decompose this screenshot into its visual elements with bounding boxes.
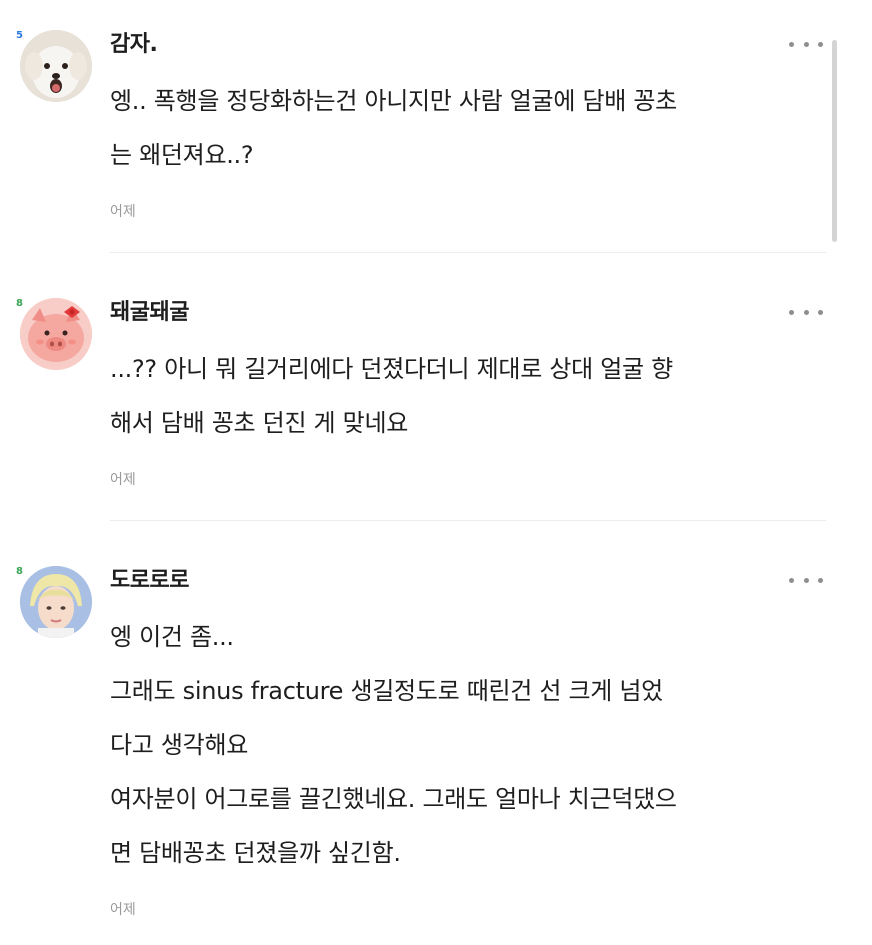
comment-text-line: 는 왜던져요..?	[110, 141, 254, 169]
dot-icon	[818, 309, 823, 315]
level-badge: 8	[16, 566, 23, 577]
avatar[interactable]: 8	[16, 566, 92, 638]
comment-text-line: 면 담배꽁초 던졌을까 싶긴함.	[110, 839, 401, 867]
dot-icon	[803, 577, 809, 583]
comment-date: 어제	[110, 204, 136, 220]
level-badge: 5	[16, 30, 23, 41]
comment-nickname[interactable]: 도로로로	[110, 566, 189, 596]
divider	[110, 520, 826, 521]
scrollbar[interactable]	[832, 40, 837, 242]
comment-text-line: 엥 이건 좀...	[110, 623, 234, 651]
comment-text: ...?? 아니 뭐 길거리에다 던졌다더니 제대로 상대 얼굴 향 해서 담배…	[110, 342, 830, 450]
comment-text-line: 엥.. 폭행을 정당화하는건 아니지만 사람 얼굴에 담배 꽁초	[110, 87, 677, 115]
comment-text-line: 여자분이 어그로를 끌긴했네요. 그래도 얼마나 치근덕댔으	[110, 785, 677, 813]
white-dog-avatar-icon	[20, 30, 92, 102]
comment-nickname[interactable]: 돼굴돼굴	[110, 298, 189, 328]
level-badge: 8	[16, 298, 23, 309]
more-options-button[interactable]	[786, 570, 826, 590]
comment-text-line: 그래도 sinus fracture 생길정도로 때린건 선 크게 넘었	[110, 677, 663, 705]
dot-icon	[789, 309, 794, 315]
comment-text-line: ...?? 아니 뭐 길거리에다 던졌다더니 제대로 상대 얼굴 향	[110, 355, 673, 383]
dot-icon	[818, 577, 823, 583]
comment-text: 엥 이건 좀... 그래도 sinus fracture 생길정도로 때린건 선…	[110, 610, 830, 880]
more-options-button[interactable]	[786, 302, 826, 322]
avatar[interactable]: 8	[16, 298, 92, 370]
divider	[110, 252, 826, 253]
comment-date: 어제	[110, 902, 136, 918]
dot-icon	[789, 577, 794, 583]
dot-icon	[818, 41, 823, 47]
avatar[interactable]: 5	[16, 30, 92, 102]
comment-nickname[interactable]: 감자.	[110, 30, 158, 60]
more-options-button[interactable]	[786, 34, 826, 54]
pink-pig-avatar-icon	[20, 298, 92, 370]
comment-text-line: 다고 생각해요	[110, 731, 249, 759]
comment-date: 어제	[110, 472, 136, 488]
dot-icon	[803, 309, 809, 315]
dot-icon	[803, 41, 809, 47]
comment-text-line: 해서 담배 꽁초 던진 게 맞네요	[110, 409, 409, 437]
person-photo-avatar-icon	[20, 566, 92, 638]
comment-text: 엥.. 폭행을 정당화하는건 아니지만 사람 얼굴에 담배 꽁초 는 왜던져요.…	[110, 74, 830, 182]
dot-icon	[789, 41, 794, 47]
